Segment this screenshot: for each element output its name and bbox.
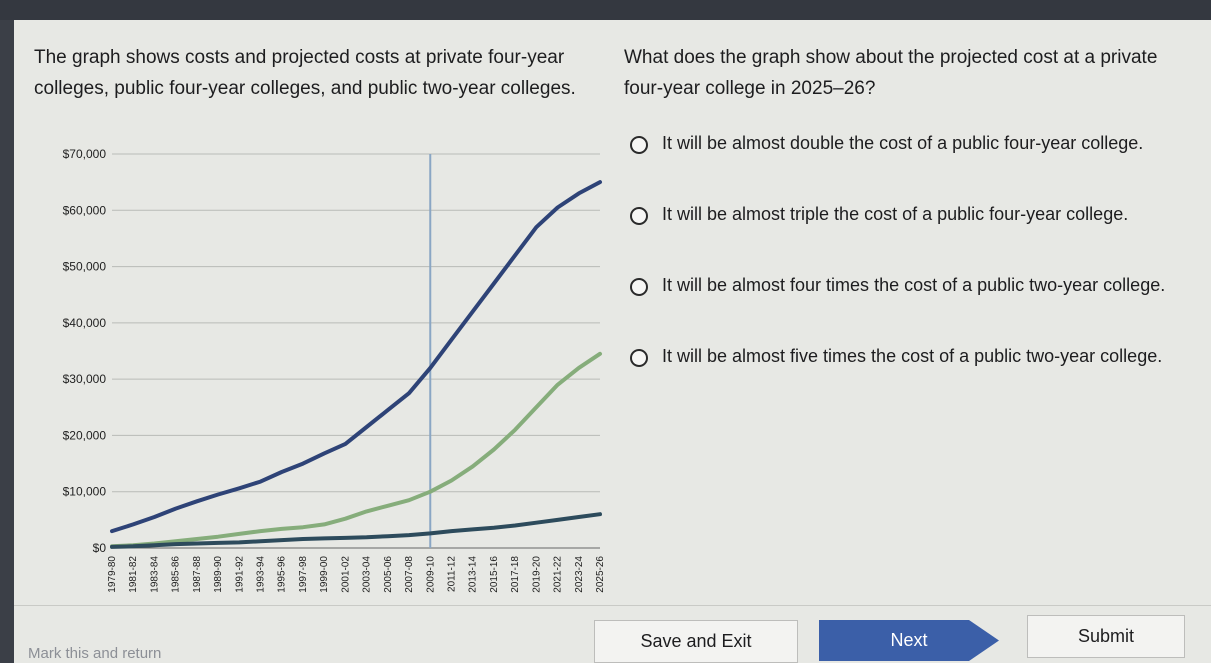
answer-choices: It will be almost double the cost of a p…: [628, 124, 1188, 408]
choice-label: It will be almost triple the cost of a p…: [662, 204, 1129, 224]
x-tick-label: 1989-90: [213, 556, 224, 593]
x-tick-label: 2013-14: [468, 556, 479, 593]
x-tick-label: 2003-04: [362, 556, 373, 593]
radio-button-icon[interactable]: [630, 136, 648, 154]
y-tick-label: $30,000: [63, 372, 107, 386]
next-button[interactable]: Next: [819, 620, 999, 661]
submit-button[interactable]: Submit: [1027, 615, 1185, 658]
question-panel: The graph shows costs and projected cost…: [14, 20, 1211, 663]
x-tick-label: 1997-98: [298, 556, 309, 593]
x-tick-label: 1987-88: [192, 556, 203, 593]
x-tick-label: 2017-18: [510, 556, 521, 593]
choice-label: It will be almost five times the cost of…: [662, 346, 1163, 366]
x-tick-label: 1993-94: [256, 556, 267, 593]
mark-and-return-link[interactable]: Mark this and return: [28, 645, 161, 662]
x-tick-label: 1983-84: [149, 556, 160, 593]
public-two-year-line: [110, 512, 602, 549]
x-tick-label: 2015-16: [489, 556, 500, 593]
radio-button-icon[interactable]: [630, 207, 648, 225]
save-and-exit-button[interactable]: Save and Exit: [594, 620, 798, 663]
x-tick-label: 2011-12: [446, 556, 457, 592]
choice-label: It will be almost double the cost of a p…: [662, 133, 1144, 153]
x-tick-label: 2001-02: [340, 556, 351, 593]
y-tick-label: $40,000: [63, 316, 107, 330]
public-four-year-line: [110, 351, 602, 549]
x-tick-label: 1991-92: [234, 556, 245, 593]
question-prompt: What does the graph show about the proje…: [624, 47, 1158, 99]
choice-d[interactable]: It will be almost five times the cost of…: [628, 337, 1188, 408]
x-tick-label: 1985-86: [171, 556, 182, 593]
x-tick-label: 2023-24: [574, 556, 585, 593]
x-tick-label: 2021-22: [553, 556, 564, 593]
y-tick-label: $0: [93, 541, 107, 555]
choice-c[interactable]: It will be almost four times the cost of…: [628, 266, 1188, 337]
x-tick-label: 1979-80: [107, 556, 118, 593]
window-top-bar: [0, 0, 1211, 20]
x-tick-label: 1995-96: [277, 556, 288, 593]
y-tick-label: $60,000: [63, 203, 107, 217]
y-tick-label: $20,000: [63, 428, 107, 442]
submit-label: Submit: [1077, 626, 1135, 646]
choice-a[interactable]: It will be almost double the cost of a p…: [628, 124, 1188, 195]
x-tick-label: 2019-20: [531, 556, 542, 593]
private-four-year-line: [110, 180, 602, 534]
x-tick-label: 2025-26: [595, 556, 606, 593]
y-tick-label: $10,000: [63, 485, 107, 499]
x-tick-label: 1999-00: [319, 556, 330, 593]
x-tick-label: 2009-10: [425, 556, 436, 593]
radio-button-icon[interactable]: [630, 278, 648, 296]
x-tick-label: 2007-08: [404, 556, 415, 593]
y-tick-label: $50,000: [63, 260, 107, 274]
x-tick-label: 1981-82: [128, 556, 139, 593]
choice-label: It will be almost four times the cost of…: [662, 275, 1166, 295]
radio-button-icon[interactable]: [630, 349, 648, 367]
footer-divider: [14, 605, 1211, 606]
y-tick-label: $70,000: [63, 148, 107, 161]
x-tick-label: 2005-06: [383, 556, 394, 593]
save-and-exit-label: Save and Exit: [640, 631, 752, 651]
cost-line-chart: $0 $10,000 $20,000 $30,000 $40,000 $50,000 $60…: [63, 148, 606, 593]
choice-b[interactable]: It will be almost triple the cost of a p…: [628, 195, 1188, 266]
next-label: Next: [890, 630, 928, 650]
question-intro: The graph shows costs and projected cost…: [34, 47, 576, 99]
